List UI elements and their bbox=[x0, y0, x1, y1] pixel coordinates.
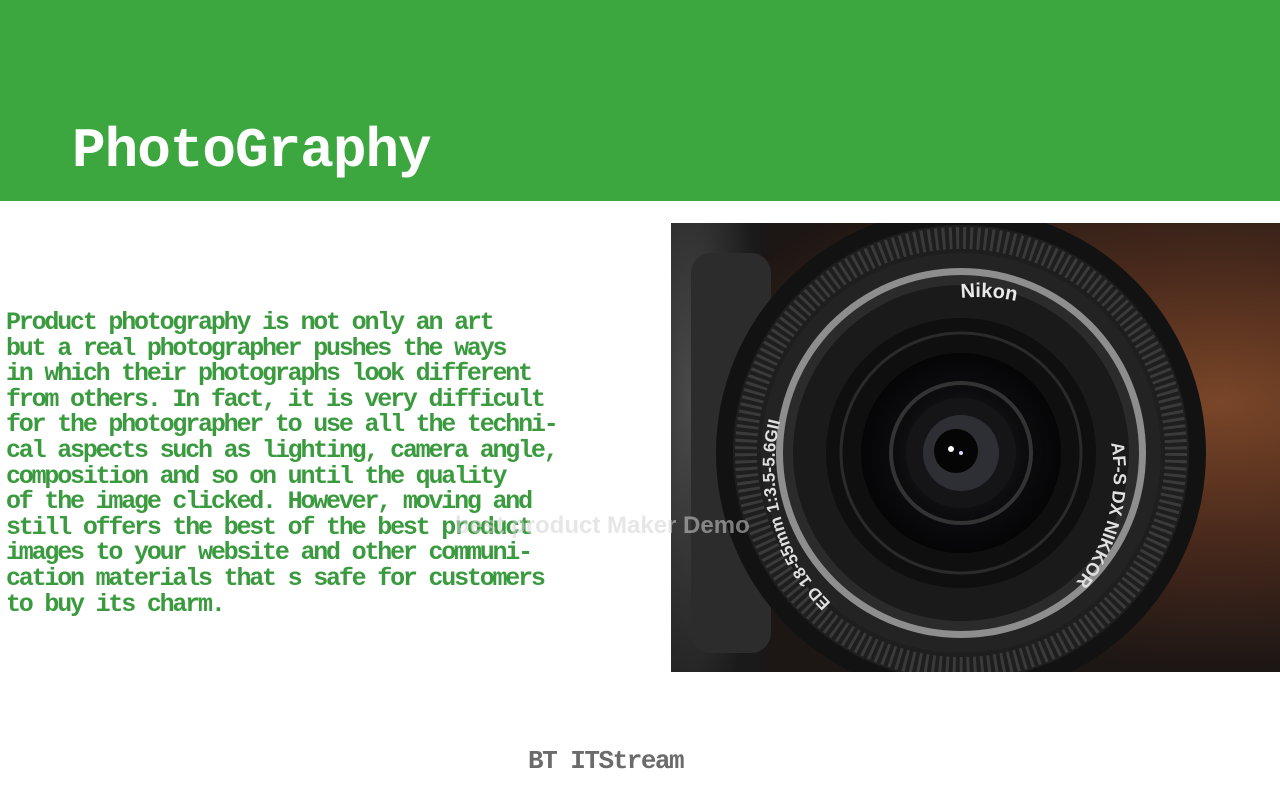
lens-brand-text: Nikon bbox=[960, 280, 1020, 306]
header-band: PhotoGraphy bbox=[0, 0, 1280, 201]
watermark-text: best product Maker Demo bbox=[455, 512, 750, 539]
footer-credit: BT ITStream bbox=[528, 746, 685, 776]
camera-lens-icon: Nikon ED 18-55mm 1:3.5-5.6GII AF-S DX NI… bbox=[671, 223, 1206, 672]
camera-lens-photo: Nikon ED 18-55mm 1:3.5-5.6GII AF-S DX NI… bbox=[671, 223, 1280, 672]
page-title: PhotoGraphy bbox=[72, 119, 432, 183]
body-paragraph: Product photography is not only an art b… bbox=[6, 308, 559, 619]
